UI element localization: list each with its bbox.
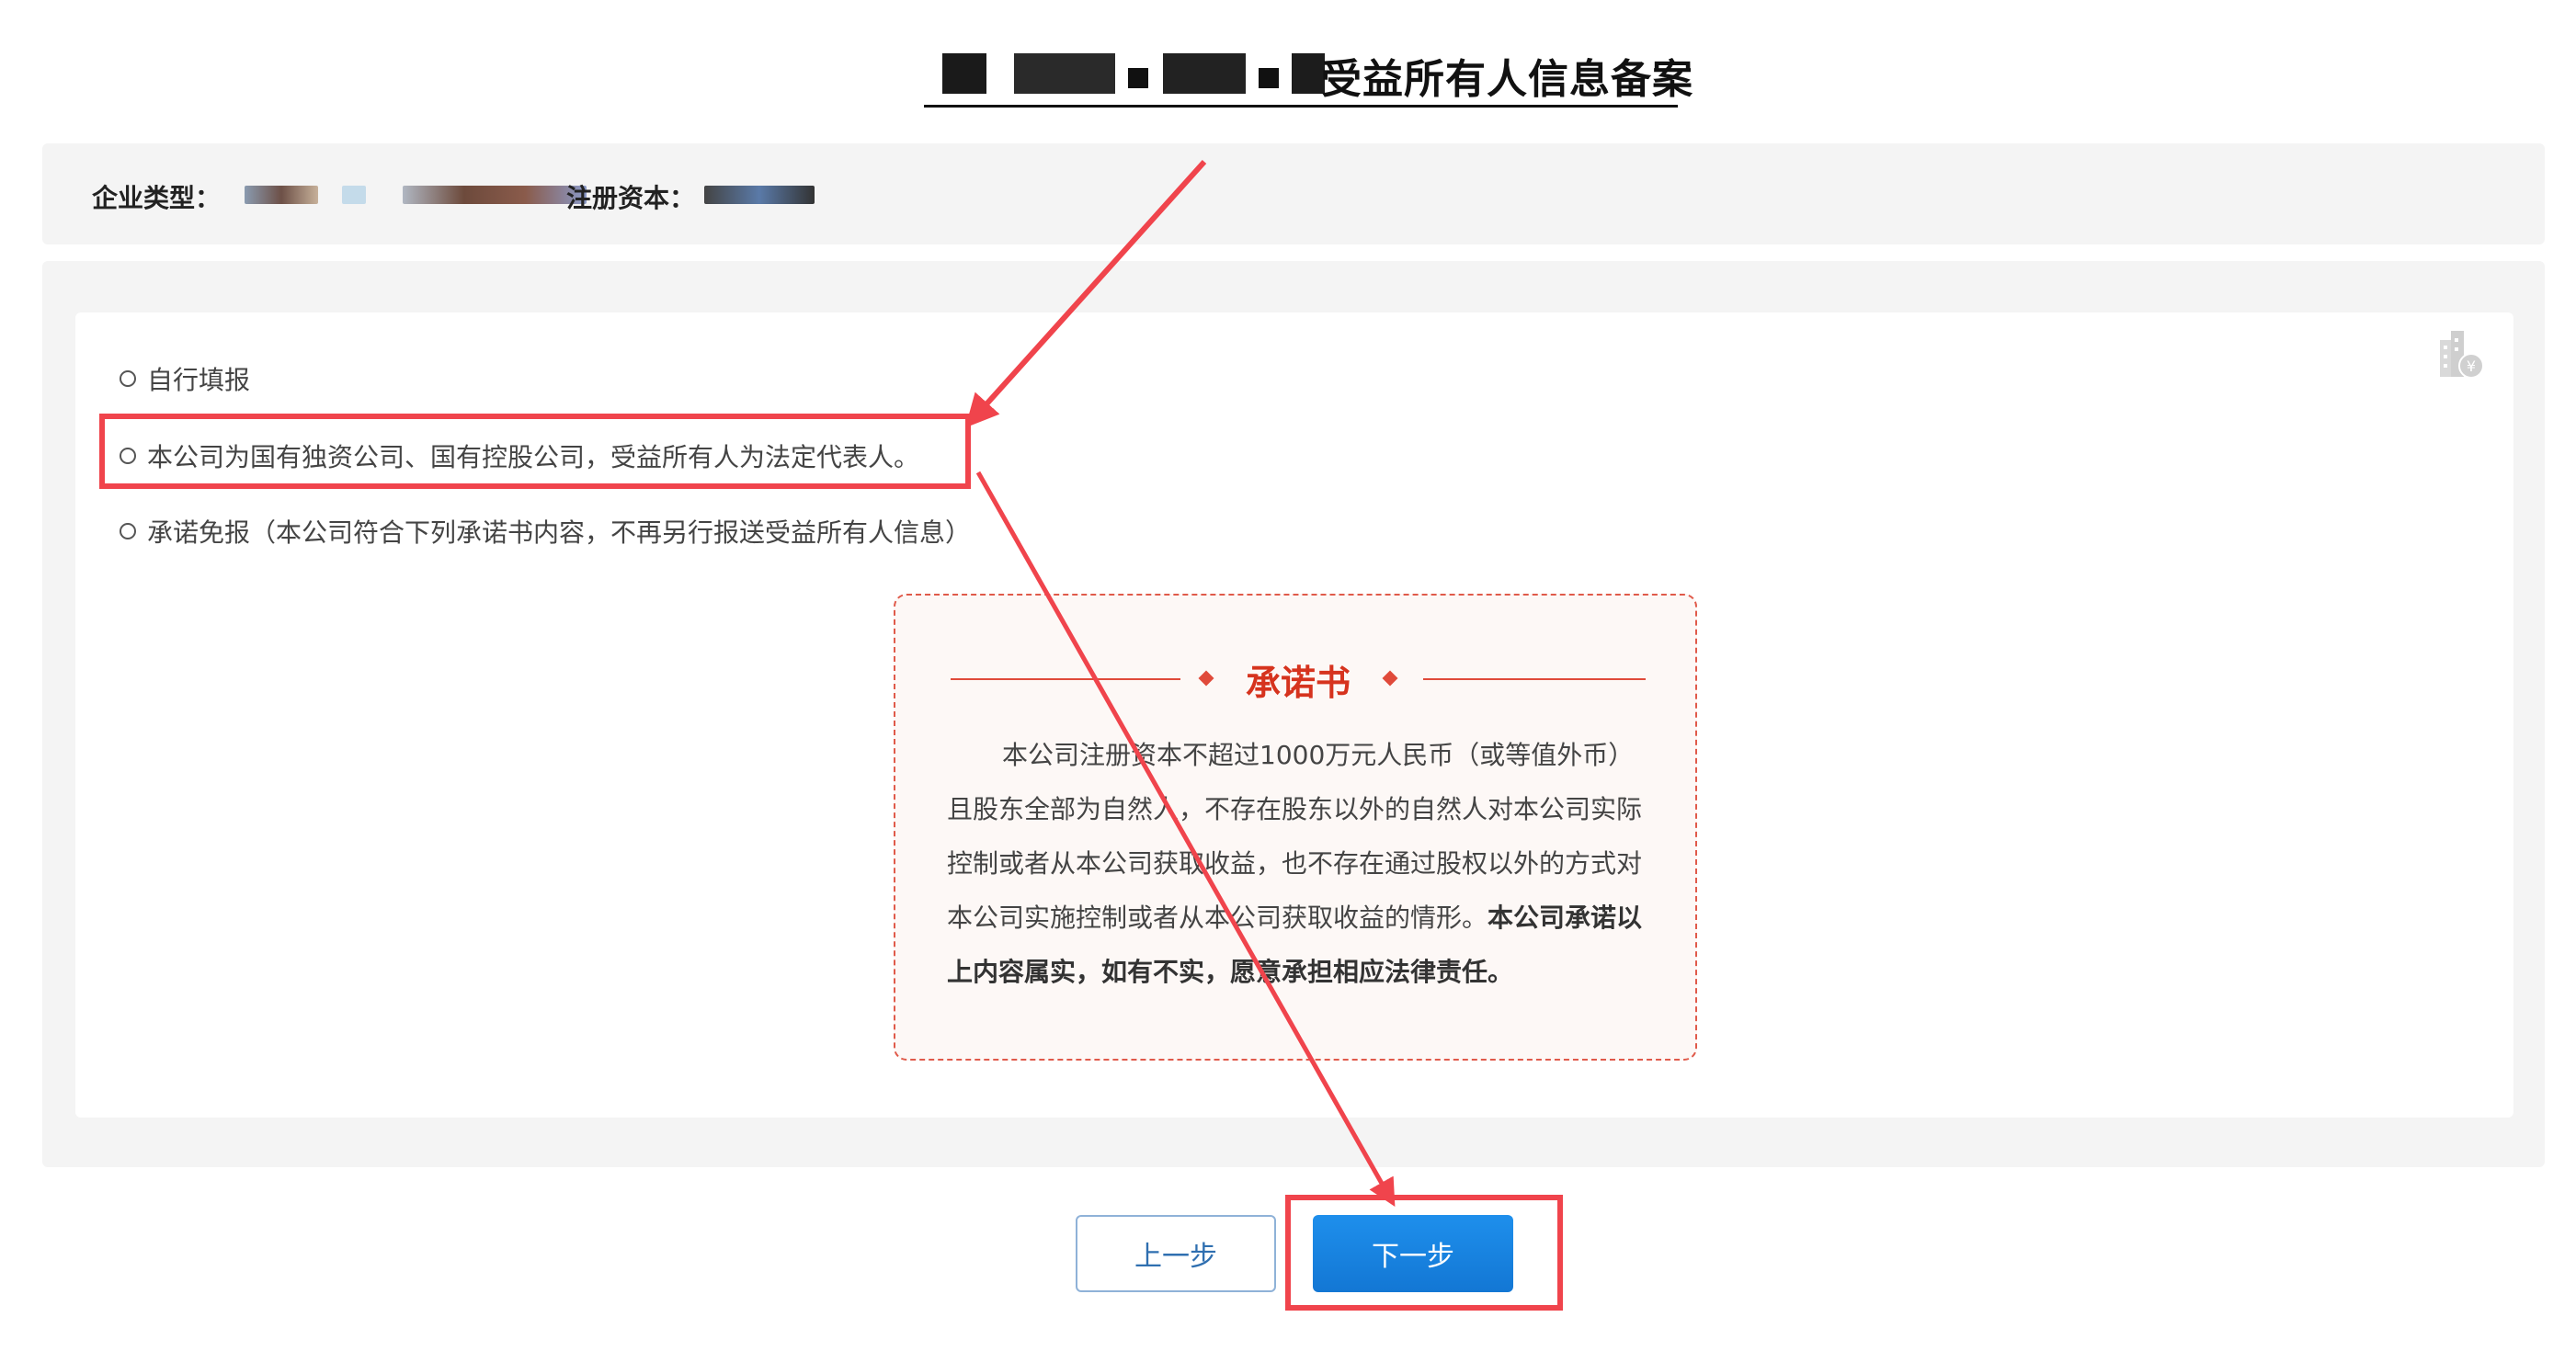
redacted-text [1163,53,1246,94]
divider [951,678,1180,680]
divider [1423,678,1646,680]
diamond-icon [1198,670,1214,687]
company-type-label: 企业类型： [92,183,222,213]
building-yuan-icon: ¥ [2440,331,2484,379]
redacted-text [1128,68,1148,88]
redacted-text [1259,68,1279,88]
redacted-company-type [342,186,366,204]
option-pledge-exempt[interactable]: 承诺免报（本公司符合下列承诺书内容，不再另行报送受益所有人信息） [120,513,971,550]
svg-text:¥: ¥ [2467,358,2476,375]
registered-capital-label: 注册资本： [566,183,696,213]
prev-step-button[interactable]: 上一步 [1076,1215,1276,1292]
redacted-company-type [245,186,318,204]
pledge-body: 本公司注册资本不超过1000万元人民币（或等值外币）且股东全部为自然人，不存在股… [947,728,1649,999]
radio-icon[interactable] [120,370,136,387]
option-self-report[interactable]: 自行填报 [120,360,250,397]
page-title: 受益所有人信息备案 [1321,56,1693,103]
pledge-box: 承诺书 本公司注册资本不超过1000万元人民币（或等值外币）且股东全部为自然人，… [894,594,1697,1061]
redacted-text [942,53,986,94]
annotation-highlight-option [99,414,971,489]
option-label: 承诺免报（本公司符合下列承诺书内容，不再另行报送受益所有人信息） [147,517,972,548]
annotation-highlight-next [1285,1195,1563,1311]
redacted-company-type [403,186,587,204]
page-title-area: 受益所有人信息备案 [924,37,1693,110]
company-info-bar: 企业类型： 注册资本： [42,143,2545,244]
redacted-text [1014,53,1115,94]
redacted-registered-capital [704,186,815,204]
pledge-title: 承诺书 [1245,663,1351,703]
pledge-header: 承诺书 [951,653,1646,704]
option-label: 自行填报 [147,365,251,395]
radio-icon[interactable] [120,523,136,539]
title-underline [924,105,1678,108]
redacted-text [1292,53,1325,94]
diamond-icon [1382,670,1398,687]
